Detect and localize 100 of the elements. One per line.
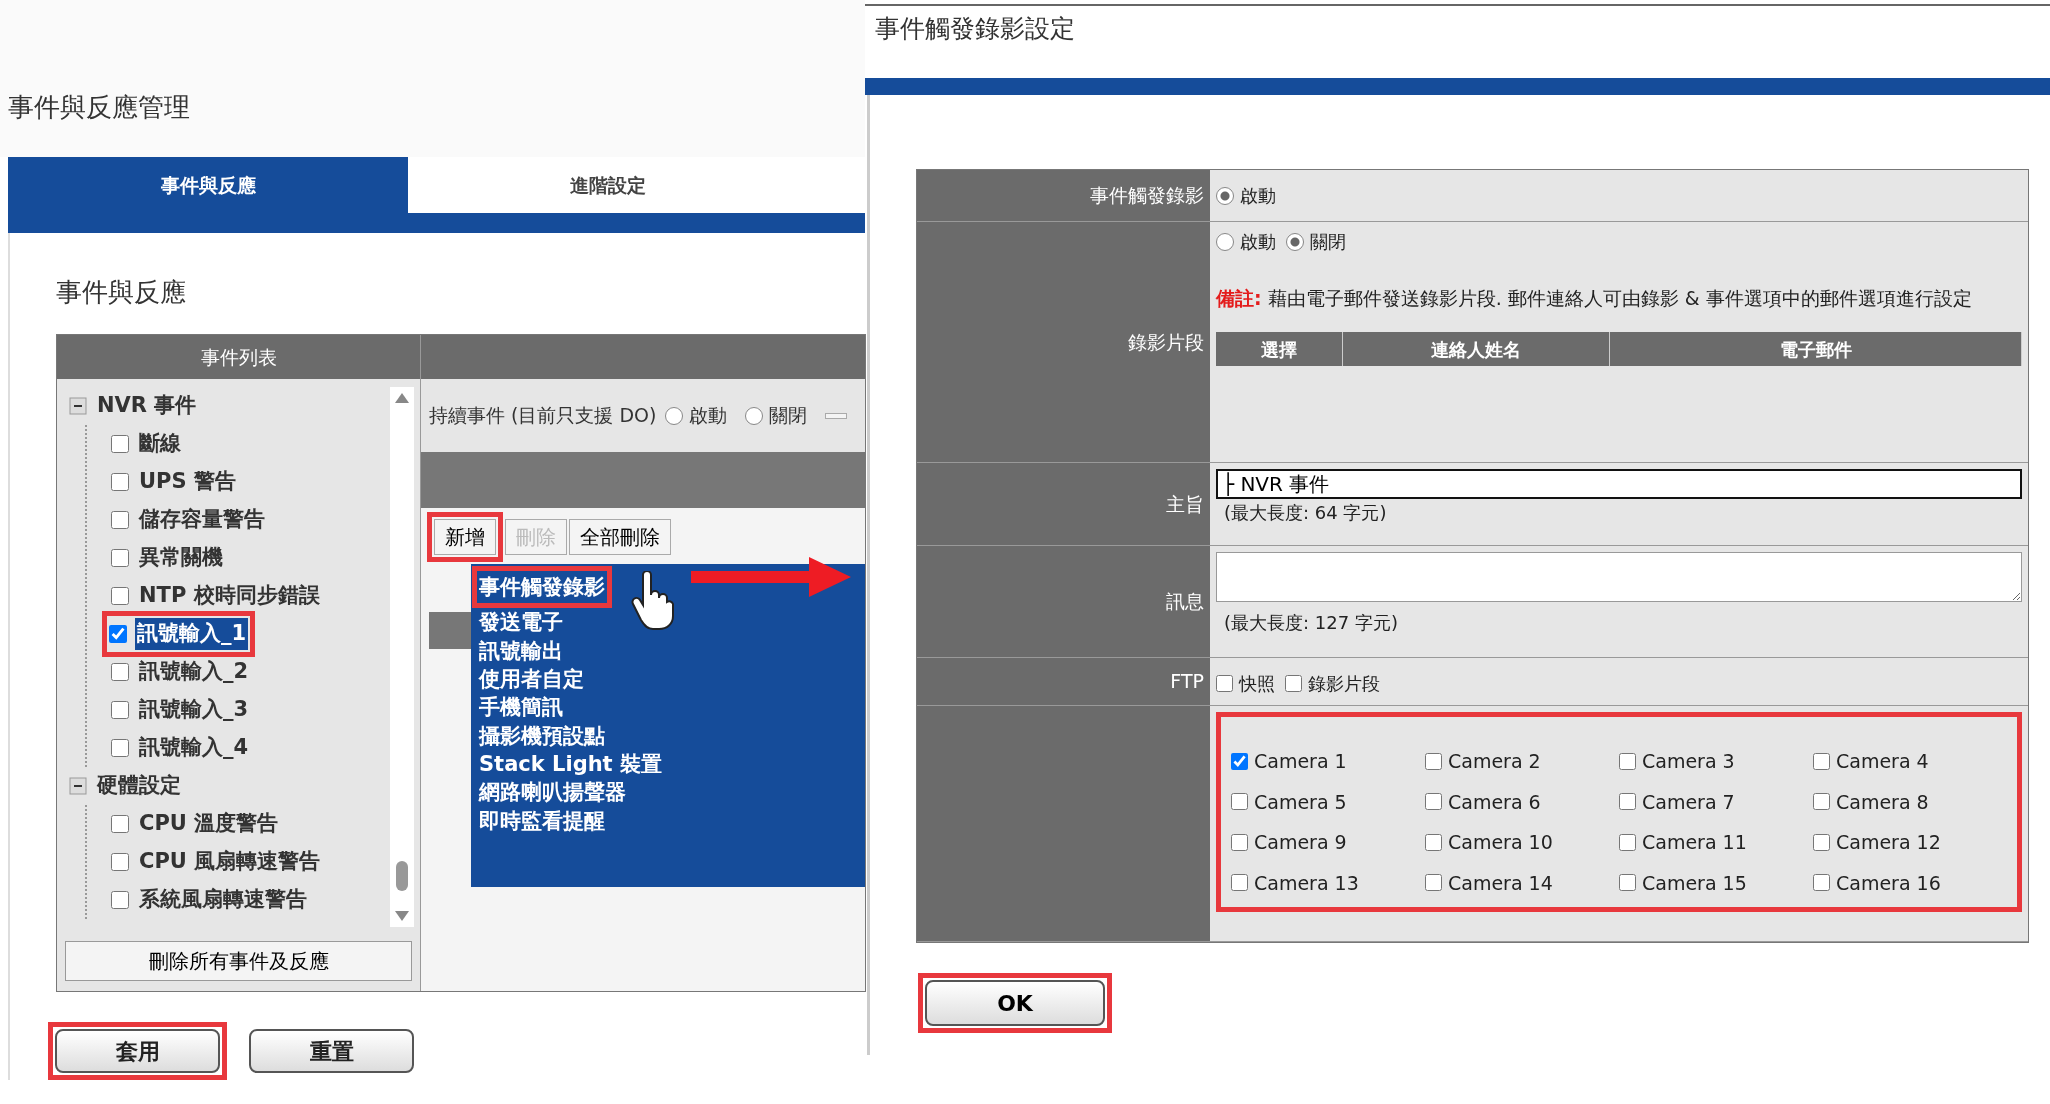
option-label: Camera 7 xyxy=(1642,789,1735,815)
option-label: Camera 8 xyxy=(1836,789,1929,815)
action-button[interactable]: 重置 xyxy=(249,1029,414,1073)
column-header: 選擇 xyxy=(1216,332,1343,366)
tree-item[interactable]: 訊號輸入_1 xyxy=(135,618,249,650)
checkbox[interactable] xyxy=(111,815,129,833)
tree-item[interactable]: 訊號輸入_2 xyxy=(139,656,249,688)
checkbox[interactable] xyxy=(111,701,129,719)
scroll-down-icon[interactable] xyxy=(395,911,409,921)
tree-item[interactable]: CPU 風扇轉速警告 xyxy=(139,846,321,878)
checkbox[interactable] xyxy=(109,625,127,643)
checkbox[interactable] xyxy=(1231,874,1248,892)
checkbox[interactable] xyxy=(1425,874,1442,892)
checkbox[interactable] xyxy=(1813,874,1830,892)
checkbox[interactable] xyxy=(111,473,129,491)
tree-item[interactable]: 斷線 xyxy=(139,428,181,460)
option-label: 啟動 xyxy=(688,403,727,429)
option-label: 關閉 xyxy=(1310,230,1346,254)
field-label: 訊息 xyxy=(1166,589,1204,615)
checkbox[interactable] xyxy=(111,435,129,453)
menu-item[interactable]: 訊號輸出 xyxy=(479,636,563,666)
option-label: 啟動 xyxy=(1240,184,1276,208)
tree-item[interactable]: 異常關機 xyxy=(139,542,223,574)
menu-item[interactable]: 發送電子 xyxy=(479,608,563,637)
option-label: 錄影片段 xyxy=(1308,672,1380,696)
checkbox[interactable] xyxy=(1619,833,1636,851)
tree-item[interactable]: UPS 警告 xyxy=(139,466,236,498)
scroll-up-icon[interactable] xyxy=(395,393,409,403)
toolbar-button[interactable]: 全部刪除 xyxy=(569,519,671,555)
checkbox[interactable] xyxy=(1231,752,1248,770)
tree-item[interactable]: 系統風扇轉速警告 xyxy=(139,884,307,916)
tree-group-label[interactable]: 硬體設定 xyxy=(97,770,181,802)
checkbox[interactable] xyxy=(1231,833,1248,851)
option-label: Camera 3 xyxy=(1642,749,1735,774)
menu-item[interactable]: 使用者自定 xyxy=(479,665,584,694)
option-label: Camera 15 xyxy=(1642,870,1747,896)
list-panel-edge xyxy=(429,612,471,649)
option-label: Camera 6 xyxy=(1448,789,1541,815)
scrollbar[interactable] xyxy=(390,387,414,927)
checkbox[interactable] xyxy=(1216,675,1233,692)
note-text: 備註: 藉由電子郵件發送錄影片段. 郵件連絡人可由錄影 & 事件選項中的郵件選項進行設定 xyxy=(1216,285,1973,311)
checkbox[interactable] xyxy=(1813,833,1830,851)
checkbox[interactable] xyxy=(1619,752,1636,770)
option-label: Camera 4 xyxy=(1836,749,1929,774)
tab[interactable]: 事件與反應 xyxy=(8,157,408,213)
checkbox[interactable] xyxy=(1425,793,1442,811)
menu-item[interactable]: 手機簡訊 xyxy=(479,693,563,722)
option-label: Camera 5 xyxy=(1254,789,1347,815)
dialog-title: 事件觸發錄影設定 xyxy=(874,13,1076,45)
option-label: Camera 16 xyxy=(1836,870,1941,896)
checkbox[interactable] xyxy=(111,587,129,605)
checkbox[interactable] xyxy=(1813,752,1830,770)
checkbox[interactable] xyxy=(111,549,129,567)
radio-button[interactable] xyxy=(1216,186,1234,205)
checkbox[interactable] xyxy=(111,739,129,757)
page-title: 事件與反應管理 xyxy=(0,0,865,157)
radio-button[interactable] xyxy=(664,406,683,425)
tree-item[interactable]: CPU 溫度警告 xyxy=(139,808,279,840)
column-header: 電子郵件 xyxy=(1610,332,2022,366)
hint-text: (最大長度: 127 字元) xyxy=(1223,611,1399,635)
checkbox[interactable] xyxy=(1425,752,1442,770)
collapse-icon[interactable] xyxy=(69,397,87,415)
message-input[interactable] xyxy=(1216,552,2022,602)
toolbar-button[interactable]: 新增 xyxy=(434,519,496,555)
checkbox[interactable] xyxy=(1231,793,1248,811)
field-label: 主旨 xyxy=(1166,491,1204,517)
checkbox[interactable] xyxy=(1425,833,1442,851)
tree-item[interactable]: 訊號輸入_4 xyxy=(139,732,249,764)
tree-item[interactable]: 儲存容量警告 xyxy=(139,504,265,536)
hand-cursor-icon xyxy=(629,571,675,631)
checkbox[interactable] xyxy=(111,891,129,909)
tree-group-label[interactable]: NVR 事件 xyxy=(97,390,197,422)
menu-item[interactable]: 攝影機預設點 xyxy=(479,721,605,751)
radio-button[interactable] xyxy=(1286,232,1304,251)
menu-item[interactable]: 即時監看提醒 xyxy=(479,806,605,836)
menu-item[interactable]: 網路喇叭揚聲器 xyxy=(479,778,626,807)
checkbox[interactable] xyxy=(111,511,129,529)
field-label: 錄影片段 xyxy=(1128,329,1204,355)
radio-button[interactable] xyxy=(1216,232,1234,251)
radio-button[interactable] xyxy=(744,406,763,425)
checkbox[interactable] xyxy=(111,663,129,681)
checkbox[interactable] xyxy=(1619,793,1636,811)
option-label: Camera 14 xyxy=(1448,870,1553,896)
checkbox[interactable] xyxy=(1813,793,1830,811)
menu-item[interactable]: 事件觸發錄影 xyxy=(479,573,605,602)
checkbox[interactable] xyxy=(1619,874,1636,892)
action-button[interactable]: 套用 xyxy=(55,1029,220,1073)
scroll-thumb[interactable] xyxy=(396,861,408,891)
tree-item[interactable]: NTP 校時同步錯誤 xyxy=(139,580,320,612)
delete-all-button[interactable]: 刪除所有事件及反應 xyxy=(65,941,412,981)
checkbox[interactable] xyxy=(111,853,129,871)
option-label: 啟動 xyxy=(1240,230,1276,254)
collapse-icon[interactable] xyxy=(69,777,87,795)
subject-input[interactable]: ├ NVR 事件 xyxy=(1216,469,2022,499)
ok-button[interactable]: OK xyxy=(925,980,1105,1026)
checkbox[interactable] xyxy=(1285,675,1302,692)
column-header: 事件列表 xyxy=(57,335,420,379)
option-label: 快照 xyxy=(1239,672,1275,696)
tree-item[interactable]: 訊號輸入_3 xyxy=(139,694,249,726)
menu-item[interactable]: Stack Light 裝置 xyxy=(479,750,662,779)
